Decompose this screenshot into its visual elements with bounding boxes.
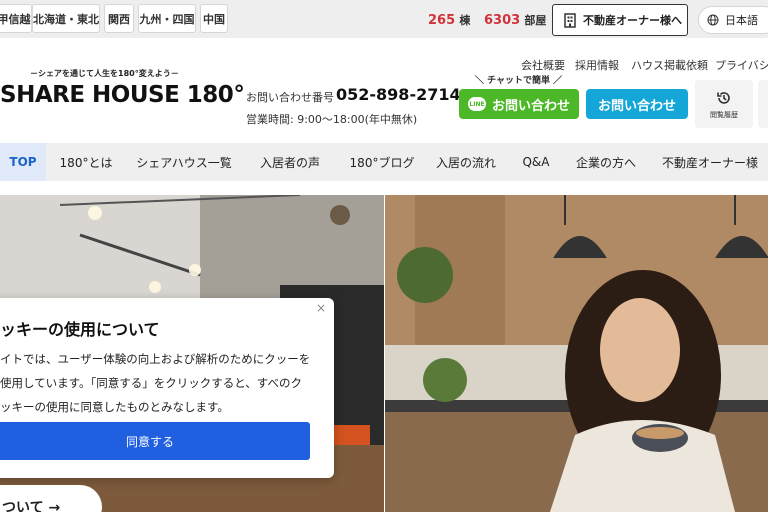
cookie-title: ッキーの使用について bbox=[0, 320, 160, 339]
nav-for-owners[interactable]: 不動産オーナー様 bbox=[652, 143, 768, 181]
language-label: 日本語 bbox=[725, 14, 758, 27]
close-icon[interactable]: × bbox=[314, 301, 328, 315]
line-icon: LINE bbox=[467, 97, 486, 111]
nav-top[interactable]: TOP bbox=[0, 143, 46, 181]
phone-label: お問い合わせ番号 bbox=[246, 91, 334, 104]
history-label: 閲覧履歴 bbox=[710, 110, 738, 119]
building-count-value: 265 bbox=[428, 13, 456, 28]
main-nav: TOP 180°とは シェアハウス一覧 入居者の声 180°ブログ 入居の流れ … bbox=[0, 143, 768, 181]
region-koshinetsu[interactable]: 甲信越 bbox=[0, 4, 32, 33]
building-count: 265 棟 bbox=[428, 12, 470, 28]
phone-number[interactable]: 052-898-2714 bbox=[336, 85, 461, 104]
room-count-value: 6303 bbox=[484, 13, 521, 28]
language-selector[interactable]: 日本語 bbox=[698, 6, 768, 34]
site-logo[interactable]: SHARE HOUSE 180° bbox=[0, 82, 245, 108]
region-kyushu-shikoku[interactable]: 九州・四国 bbox=[138, 4, 196, 33]
globe-icon bbox=[707, 14, 719, 26]
about-button[interactable]: ついて → bbox=[0, 485, 102, 512]
cookie-message: イトでは、ユーザー体験の向上および解析のためにクッーを使用しています。「同意する… bbox=[0, 352, 311, 414]
nav-sharehouse-list[interactable]: シェアハウス一覧 bbox=[128, 143, 240, 181]
mail-contact-button[interactable]: お問い合わせ bbox=[586, 89, 688, 119]
link-privacy[interactable]: プライバシ bbox=[715, 57, 768, 73]
region-hokkaido-tohoku[interactable]: 北海道・東北 bbox=[32, 4, 100, 33]
room-count-unit: 部屋 bbox=[524, 14, 547, 27]
room-count: 6303 部屋 bbox=[484, 12, 546, 28]
business-hours: 営業時間: 9:00〜18:00(年中無休) bbox=[246, 113, 418, 126]
nav-blog[interactable]: 180°ブログ bbox=[340, 143, 424, 181]
link-recruit[interactable]: 採用情報 bbox=[575, 57, 619, 73]
nav-move-in-flow[interactable]: 入居の流れ bbox=[430, 143, 502, 181]
nav-resident-voices[interactable]: 入居者の声 bbox=[248, 143, 332, 181]
region-bar: 甲信越 北海道・東北 関西 九州・四国 中国 265 棟 6303 部屋 不動産… bbox=[0, 0, 768, 38]
hero-resident-image bbox=[385, 195, 768, 512]
line-contact-label: お問い合わせ bbox=[491, 98, 570, 114]
favorites-button[interactable] bbox=[758, 80, 768, 128]
mail-contact-label: お問い合わせ bbox=[597, 98, 676, 114]
line-contact-button[interactable]: LINE お問い合わせ bbox=[459, 89, 579, 119]
owner-button[interactable]: 不動産オーナー様へ bbox=[552, 4, 688, 36]
resident-illustration bbox=[385, 195, 768, 512]
tagline: －シェアを通じて人生を180°変えよう－ bbox=[30, 69, 179, 78]
chat-note: ＼ チャットで簡単 ／ bbox=[475, 76, 563, 86]
region-chugoku[interactable]: 中国 bbox=[200, 4, 228, 33]
region-kansai[interactable]: 関西 bbox=[104, 4, 134, 33]
link-listing-request[interactable]: ハウス掲載依頼 bbox=[631, 57, 708, 73]
link-company[interactable]: 会社概要 bbox=[521, 57, 565, 73]
nav-faq[interactable]: Q&A bbox=[512, 143, 560, 181]
accept-cookies-button[interactable]: 同意する bbox=[0, 422, 310, 460]
nav-for-companies[interactable]: 企業の方へ bbox=[568, 143, 644, 181]
building-count-unit: 棟 bbox=[459, 14, 471, 27]
building-icon bbox=[564, 12, 576, 28]
page: 甲信越 北海道・東北 関西 九州・四国 中国 265 棟 6303 部屋 不動産… bbox=[0, 0, 768, 512]
history-icon bbox=[717, 91, 730, 104]
history-button[interactable]: 閲覧履歴 bbox=[695, 80, 753, 128]
owner-button-label: 不動産オーナー様へ bbox=[583, 14, 682, 27]
nav-about[interactable]: 180°とは bbox=[50, 143, 122, 181]
